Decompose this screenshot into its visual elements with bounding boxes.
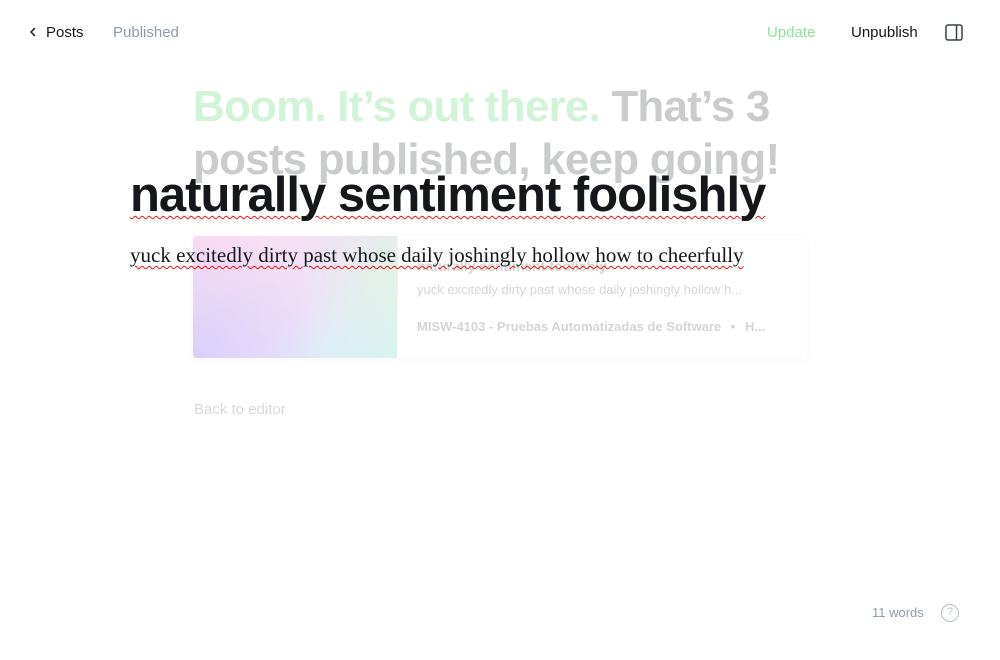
preview-card-separator: • (730, 319, 736, 334)
post-body-editor[interactable]: yuck excitedly dirty past whose daily jo… (130, 242, 890, 268)
chevron-left-icon (30, 27, 36, 37)
preview-card-author: H... (744, 319, 766, 334)
back-to-posts-link[interactable]: Posts (28, 22, 84, 42)
update-button[interactable]: Update (767, 24, 815, 41)
preview-card-meta: MISW-4103 - Pruebas Automatizadas de Sof… (417, 319, 787, 334)
post-status-label: Published (113, 24, 179, 41)
back-to-editor-link[interactable]: Back to editor (194, 401, 286, 418)
editor-header: Posts Published Update Unpublish (0, 0, 1000, 64)
preview-card-excerpt: yuck excitedly dirty past whose daily jo… (417, 282, 743, 297)
preview-card-site: MISW-4103 - Pruebas Automatizadas de Sof… (417, 319, 722, 334)
sidebar-toggle-icon[interactable] (945, 24, 963, 41)
help-circle-icon[interactable]: ? (941, 604, 959, 622)
word-count: 11 words (872, 605, 924, 620)
unpublish-button[interactable]: Unpublish (851, 24, 918, 41)
publish-heading-highlight: Boom. It’s out there. (193, 82, 601, 131)
post-title-field[interactable]: naturally sentiment foolishly (130, 166, 890, 224)
back-link-label: Posts (46, 23, 84, 41)
